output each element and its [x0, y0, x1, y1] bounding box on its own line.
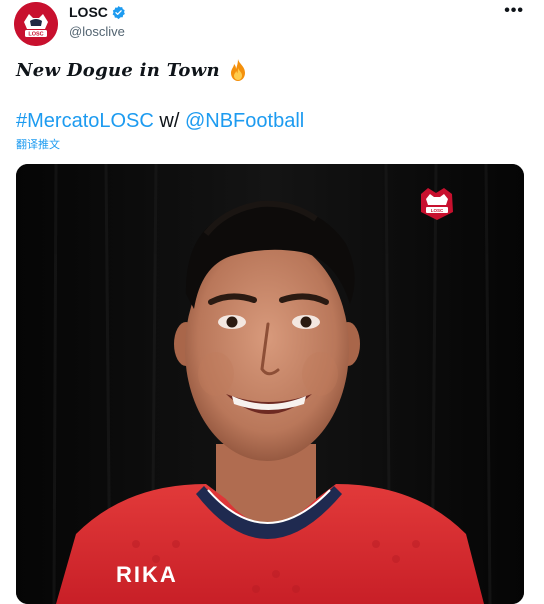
tweet-text-line1: New Dogue in Town	[16, 58, 250, 82]
tweet-text-line2: #MercatoLOSC w/ @NBFootball	[16, 110, 304, 133]
tweet-media-image[interactable]: RIKA LOSC	[16, 164, 524, 604]
svg-text:LOSC: LOSC	[431, 208, 444, 213]
losc-logo-icon: LOSC	[14, 2, 58, 46]
svg-text:RIKA: RIKA	[116, 562, 178, 587]
tweet-headline: New Dogue in Town	[16, 59, 220, 81]
more-options-icon[interactable]: •••	[504, 3, 524, 19]
mention-link[interactable]: @NBFootball	[185, 110, 304, 132]
hashtag-link[interactable]: #MercatoLOSC	[16, 110, 154, 132]
account-handle[interactable]: @losclive	[69, 24, 125, 39]
fire-emoji-icon	[230, 59, 245, 81]
account-avatar[interactable]: LOSC	[14, 2, 58, 46]
account-display-name[interactable]: LOSC	[69, 4, 108, 20]
svg-text:LOSC: LOSC	[28, 32, 43, 38]
account-name[interactable]: LOSC	[69, 4, 126, 20]
player-photo: RIKA LOSC	[16, 164, 524, 604]
tweet-connector: w/	[153, 110, 185, 132]
tweet-card: LOSC LOSC @losclive ••• New Dogue in Tow…	[0, 0, 544, 604]
verified-badge-icon	[112, 5, 125, 19]
translate-tweet-link[interactable]: 翻译推文	[16, 136, 60, 152]
